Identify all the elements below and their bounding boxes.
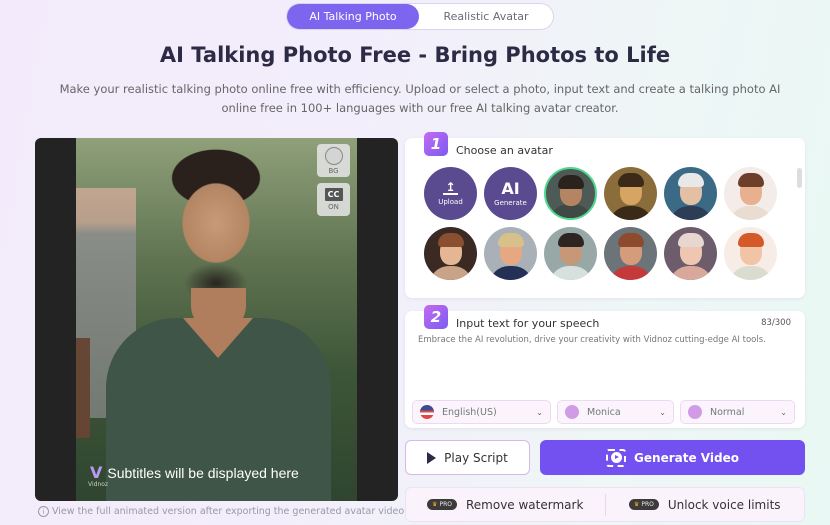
avatar-hair xyxy=(737,233,764,248)
character-counter: 83/300 xyxy=(761,318,791,328)
avatar-hair xyxy=(737,173,764,188)
play-script-button[interactable]: Play Script xyxy=(405,440,530,475)
pro-badge-text: PRO xyxy=(641,501,654,508)
us-flag-icon xyxy=(420,405,434,419)
step-1-badge: 1 xyxy=(424,132,448,156)
background-button-label: BG xyxy=(328,166,339,175)
subtitles-toggle-label: ON xyxy=(328,203,339,211)
upload-label: Upload xyxy=(438,198,463,206)
ai-generate-avatar-button[interactable]: AI Generate xyxy=(484,167,537,220)
closed-caption-icon: CC xyxy=(324,188,343,201)
pro-badge-text: PRO xyxy=(439,501,452,508)
pro-badge: ♛ PRO xyxy=(427,499,457,510)
avatar-option-cartoon-girl-brunette[interactable] xyxy=(424,227,477,280)
page-title: AI Talking Photo Free - Bring Photos to … xyxy=(159,43,671,67)
mode-tabs: AI Talking Photo Realistic Avatar xyxy=(286,3,554,30)
voice-value: Monica xyxy=(587,406,621,418)
avatar-option-ronaldo[interactable] xyxy=(544,227,597,280)
tab-realistic-avatar[interactable]: Realistic Avatar xyxy=(419,4,553,29)
background-circle-icon xyxy=(324,146,343,165)
avatar-body xyxy=(728,266,773,280)
remove-watermark-label: Remove watermark xyxy=(465,497,584,512)
avatar-hair xyxy=(617,173,644,188)
pro-features-bar: ♛ PRO Remove watermark ♛ PRO Unlock voic… xyxy=(405,487,805,522)
voice-options: English(US) ⌄ Monica ⌄ Normal ⌄ xyxy=(412,400,795,424)
ai-generate-icon: AI xyxy=(501,178,520,198)
crown-icon: ♛ xyxy=(633,501,640,508)
play-icon xyxy=(427,451,437,464)
export-note: i View the full animated version after e… xyxy=(38,506,407,517)
step-2-badge: 2 xyxy=(424,305,448,329)
avatar-hair xyxy=(557,174,584,189)
page-subtitle: Make your realistic talking photo online… xyxy=(59,82,781,115)
avatar-list-scrollbar[interactable] xyxy=(797,168,802,188)
avatar-body xyxy=(548,266,593,280)
chevron-down-icon: ⌄ xyxy=(536,407,543,417)
unlock-voice-limits-button[interactable]: ♛ PRO Unlock voice limits xyxy=(606,498,805,512)
generate-video-label: Generate Video xyxy=(634,450,739,465)
avatar-option-cartoon-girl-redhead[interactable] xyxy=(724,227,777,280)
speech-text-card: 2 Input text for your speech 83/300 Embr… xyxy=(405,305,805,428)
vidnoz-logo-icon: V xyxy=(90,463,103,482)
avatar-body xyxy=(548,204,593,218)
vidnoz-watermark: Vidnoz xyxy=(88,481,109,488)
crown-icon: ♛ xyxy=(432,501,438,508)
upload-icon: ↥ xyxy=(443,180,458,195)
mood-select[interactable]: Normal ⌄ xyxy=(680,400,795,424)
avatar-option-einstein[interactable] xyxy=(664,167,717,220)
user-icon xyxy=(565,405,579,419)
smile-icon xyxy=(688,405,702,419)
speech-text-label: Input text for your speech xyxy=(456,317,600,330)
info-icon: i xyxy=(38,506,49,517)
choose-avatar-label: Choose an avatar xyxy=(456,144,553,157)
export-note-text: View the full animated version after exp… xyxy=(52,506,408,517)
avatar-body xyxy=(608,206,653,220)
upload-avatar-button[interactable]: ↥ Upload xyxy=(424,167,477,220)
remove-watermark-button[interactable]: ♛ PRO Remove watermark xyxy=(406,498,605,512)
voice-select[interactable]: Monica ⌄ xyxy=(557,400,674,424)
subtitle-overlay: V Vidnoz Subtitles will be displayed her… xyxy=(88,463,299,488)
pro-badge: ♛ PRO xyxy=(628,499,659,510)
tab-ai-talking-photo[interactable]: AI Talking Photo xyxy=(287,4,419,29)
avatar-hair xyxy=(677,233,704,248)
avatar-hair xyxy=(437,233,464,248)
avatar-hair xyxy=(557,233,584,248)
avatar-option-messi[interactable] xyxy=(604,227,657,280)
video-record-icon xyxy=(606,448,627,467)
avatar-option-cartoon-boy[interactable] xyxy=(724,167,777,220)
avatar-grid: ↥ Upload AI Generate xyxy=(424,167,784,280)
avatar-hair xyxy=(497,233,524,248)
avatar-photo xyxy=(76,138,357,501)
language-value: English(US) xyxy=(442,406,497,418)
avatar-body xyxy=(428,266,473,280)
play-script-label: Play Script xyxy=(444,450,508,465)
avatar-option-ariana[interactable] xyxy=(664,227,717,280)
speech-text-input[interactable]: Embrace the AI revolution, drive your cr… xyxy=(418,335,793,345)
avatar-body xyxy=(608,266,653,280)
avatar-body xyxy=(668,206,713,220)
avatar-option-mona-lisa[interactable] xyxy=(604,167,657,220)
avatar-hair xyxy=(677,173,704,188)
avatar-option-bearded-man[interactable] xyxy=(544,167,597,220)
subtitle-text: Subtitles will be displayed here xyxy=(107,464,299,481)
mood-value: Normal xyxy=(710,406,745,418)
generate-video-button[interactable]: Generate Video xyxy=(540,440,805,475)
avatar-body xyxy=(728,206,773,220)
generate-label: Generate xyxy=(494,198,527,207)
chevron-down-icon: ⌄ xyxy=(659,407,666,417)
choose-avatar-card: 1 Choose an avatar ↥ Upload AI Generate xyxy=(405,132,805,298)
unlock-voice-limits-label: Unlock voice limits xyxy=(667,497,781,512)
background-button[interactable]: BG xyxy=(317,144,350,177)
avatar-body xyxy=(668,266,713,280)
language-select[interactable]: English(US) ⌄ xyxy=(412,400,551,424)
avatar-body xyxy=(488,266,533,280)
avatar-hair xyxy=(617,233,644,248)
avatar-preview: BG CC ON V Vidnoz Subtitles will be disp… xyxy=(35,138,398,501)
subtitles-toggle-button[interactable]: CC ON xyxy=(317,183,350,216)
avatar-option-trump[interactable] xyxy=(484,227,537,280)
chevron-down-icon: ⌄ xyxy=(780,407,787,417)
